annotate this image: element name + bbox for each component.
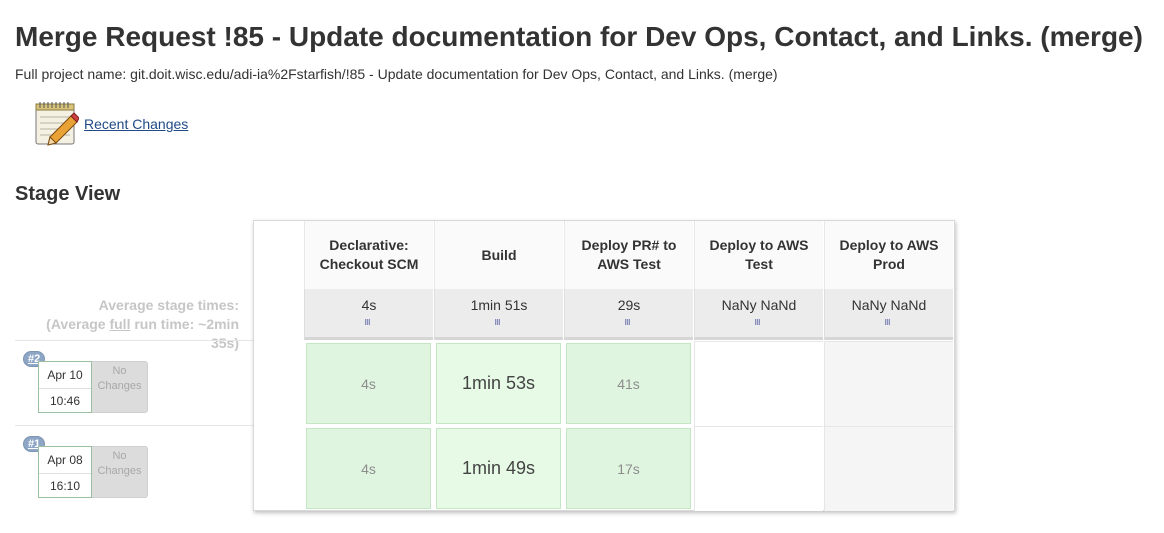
average-bar-icon <box>625 319 630 325</box>
stage-cell-success[interactable]: 4s <box>304 426 433 511</box>
page-title: Merge Request !85 - Update documentation… <box>15 21 1143 52</box>
stage-cell-success[interactable]: 1min 49s <box>434 426 563 511</box>
build-date: Apr 10 <box>47 368 83 382</box>
stage-cell-success[interactable]: 4s <box>304 341 433 426</box>
stage-average-time: 29s <box>564 289 693 340</box>
build-changes-box[interactable]: No Changes <box>91 446 148 498</box>
stage-cell-success[interactable]: 17s <box>564 426 693 511</box>
average-bar-icon <box>495 319 500 325</box>
stage-cell-success[interactable]: 41s <box>564 341 693 426</box>
average-bar-icon <box>885 319 890 325</box>
full-run-time-link[interactable]: full <box>109 316 130 332</box>
average-bar-icon <box>365 319 370 325</box>
build-time: 16:10 <box>49 479 81 493</box>
recent-changes-link-group[interactable]: Recent Changes <box>33 101 188 147</box>
stage-average-time: NaNy NaNd <box>694 289 823 340</box>
stage-cell-success[interactable]: 1min 53s <box>434 341 563 426</box>
stage-average-time: 1min 51s <box>434 289 563 340</box>
build-date-box: Apr 10 10:46 <box>38 361 92 413</box>
build-changes-box[interactable]: No Changes <box>91 361 148 413</box>
stage-average-time: 4s <box>304 289 433 340</box>
stage-header-build: Build <box>434 221 563 289</box>
stage-view-heading: Stage View <box>15 183 121 205</box>
build-time: 10:46 <box>49 394 81 408</box>
average-bar-icon <box>755 319 760 325</box>
stage-header-deploy-aws-test: Deploy to AWS Test <box>694 221 823 289</box>
stage-header-deploy-aws-prod: Deploy to AWS Prod <box>824 221 953 289</box>
notepad-icon <box>35 102 79 146</box>
stage-cell-empty <box>824 426 953 511</box>
build-date-box: Apr 08 16:10 <box>38 446 92 498</box>
full-project-name: Full project name: git.doit.wisc.edu/adi… <box>15 66 778 82</box>
recent-changes-link[interactable]: Recent Changes <box>84 116 188 132</box>
stage-cell-empty <box>824 341 953 426</box>
stage-view-table: Declarative: Checkout SCM Build Deploy P… <box>253 220 955 511</box>
build-date: Apr 08 <box>47 453 83 467</box>
stage-cell-empty <box>694 341 823 426</box>
stage-header-checkout-scm: Declarative: Checkout SCM <box>304 221 433 289</box>
stage-cell-empty <box>694 426 823 511</box>
stage-average-time: NaNy NaNd <box>824 289 953 340</box>
build-row: #1 Apr 08 16:10 No Changes <box>15 425 255 508</box>
stage-header-deploy-pr-aws-test: Deploy PR# to AWS Test <box>564 221 693 289</box>
build-row: #2 Apr 10 10:46 No Changes <box>15 340 255 423</box>
